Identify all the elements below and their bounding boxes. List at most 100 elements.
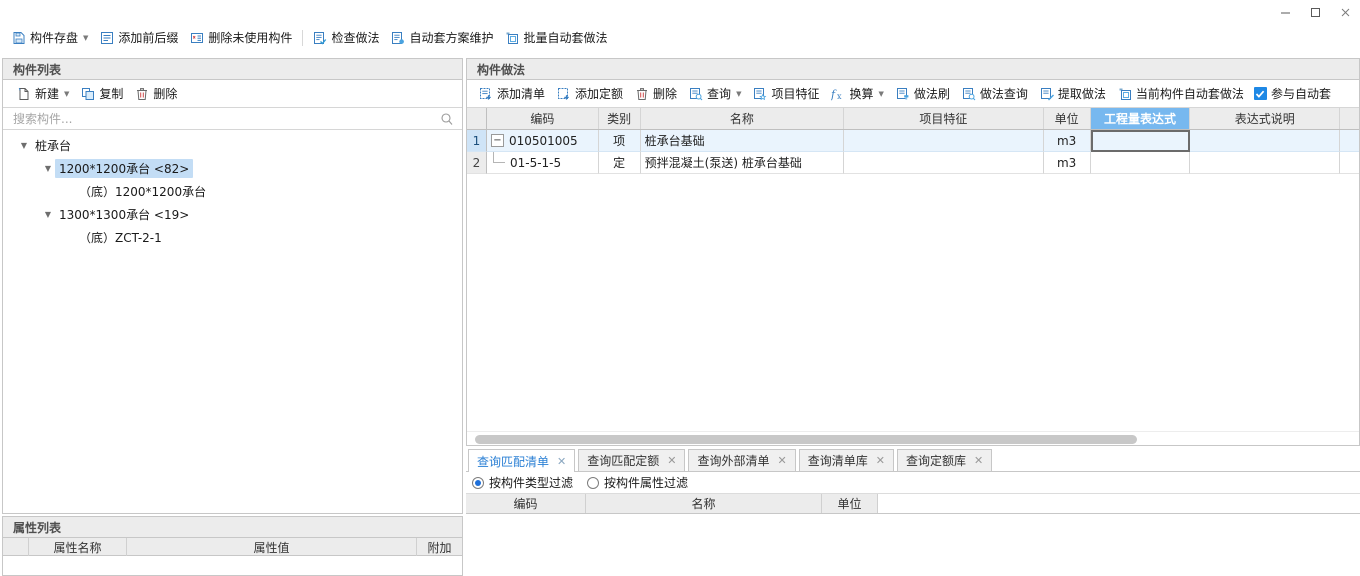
extract-method-button[interactable]: 提取做法 <box>1034 83 1112 105</box>
tab-label: 查询清单库 <box>807 454 868 468</box>
copy-component-button[interactable]: 复制 <box>75 83 129 105</box>
table-row[interactable]: 2 01-5-1-5 定 预拌混凝土(泵送) 桩承台基础 m3 <box>467 152 1359 174</box>
toolbar-item-auto-scheme[interactable]: 自动套方案维护 <box>385 27 499 49</box>
add-list-icon <box>479 87 493 101</box>
tab-label: 查询匹配定额 <box>587 454 660 468</box>
convert-button[interactable]: fx 换算 ▼ <box>825 83 889 105</box>
close-icon[interactable]: ✕ <box>667 455 676 466</box>
tab-query-list-library[interactable]: 查询清单库 ✕ <box>798 449 894 471</box>
grid-col-code[interactable]: 编码 <box>487 108 599 129</box>
project-feature-button[interactable]: 项目特征 <box>747 83 825 105</box>
grid-col-rownum <box>467 108 487 129</box>
delete-method-button[interactable]: 删除 <box>629 83 683 105</box>
cell-name[interactable]: 预拌混凝土(泵送) 桩承台基础 <box>640 152 845 174</box>
grid-horizontal-scrollbar[interactable] <box>467 431 1359 445</box>
add-quota-icon <box>557 87 571 101</box>
grid-col-expr-desc[interactable]: 表达式说明 <box>1190 108 1341 129</box>
cell-expr-desc[interactable] <box>1190 152 1341 174</box>
cell-expr-desc[interactable] <box>1190 130 1341 152</box>
search-icon[interactable] <box>440 112 454 126</box>
chevron-down-icon[interactable]: ▼ <box>878 91 883 98</box>
close-icon[interactable]: ✕ <box>876 455 885 466</box>
tree-elbow-icon <box>491 152 507 168</box>
query-col-unit[interactable]: 单位 <box>822 494 878 513</box>
expander-icon[interactable]: ▼ <box>41 210 55 219</box>
method-query-button[interactable]: 做法查询 <box>956 83 1034 105</box>
expander-icon[interactable]: ▼ <box>41 164 55 173</box>
grid-col-feature[interactable]: 项目特征 <box>844 108 1044 129</box>
collapse-icon[interactable]: − <box>490 134 504 147</box>
toolbar-item-save-component[interactable]: 构件存盘 ▼ <box>6 27 94 49</box>
grid-col-name[interactable]: 名称 <box>641 108 845 129</box>
query-col-name[interactable]: 名称 <box>586 494 822 513</box>
tree-node-label: 1300*1300承台 <19> <box>59 208 190 222</box>
tree-node-1200x1200[interactable]: ▼ 1200*1200承台 <82> <box>3 157 462 180</box>
chevron-down-icon[interactable]: ▼ <box>736 91 741 98</box>
method-brush-button[interactable]: 做法刷 <box>890 83 956 105</box>
participate-auto-checkbox[interactable]: 参与自动套 <box>1250 83 1337 105</box>
cell-unit[interactable]: m3 <box>1043 152 1091 174</box>
close-icon[interactable]: ✕ <box>777 455 786 466</box>
grid-col-qty-expr[interactable]: 工程量表达式 <box>1090 108 1191 129</box>
query-button[interactable]: 查询 ▼ <box>683 83 747 105</box>
delete-component-button[interactable]: 删除 <box>129 83 183 105</box>
cell-code[interactable]: − 010501005 <box>486 130 599 152</box>
search-input[interactable] <box>11 110 440 127</box>
tree-node-1300x1300[interactable]: ▼ 1300*1300承台 <19> <box>3 203 462 226</box>
cell-qty-expr[interactable] <box>1090 130 1191 152</box>
delete-component-label: 删除 <box>153 87 178 101</box>
cell-category[interactable]: 定 <box>598 152 641 174</box>
radio-filter-by-type[interactable]: 按构件类型过滤 <box>472 474 573 491</box>
close-icon[interactable]: ✕ <box>974 455 983 466</box>
minimize-button[interactable] <box>1270 0 1300 25</box>
delete-unused-icon <box>190 31 204 45</box>
tree-node-zct-2-1[interactable]: （底）ZCT-2-1 <box>3 226 462 249</box>
method-grid-header: 编码 类别 名称 项目特征 单位 工程量表达式 表达式说明 <box>467 108 1359 130</box>
cell-tail <box>1340 130 1359 152</box>
cell-unit[interactable]: m3 <box>1043 130 1091 152</box>
row-number: 1 <box>467 130 487 152</box>
search-component-row[interactable] <box>3 108 462 130</box>
tree-node-1200x1200-bottom[interactable]: （底）1200*1200承台 <box>3 180 462 203</box>
toolbar-item-delete-unused[interactable]: 删除未使用构件 <box>184 27 298 49</box>
cell-code[interactable]: 01-5-1-5 <box>486 152 599 174</box>
tab-query-external-list[interactable]: 查询外部清单 ✕ <box>688 449 796 471</box>
tab-query-quota-library[interactable]: 查询定额库 ✕ <box>896 449 993 471</box>
add-list-button[interactable]: 添加清单 <box>473 83 551 105</box>
table-row[interactable]: 1 − 010501005 项 桩承台基础 m3 <box>467 130 1359 152</box>
tab-query-match-list[interactable]: 查询匹配清单 ✕ <box>468 449 576 472</box>
close-icon[interactable]: ✕ <box>557 456 566 467</box>
radio-label: 按构件属性过滤 <box>604 476 689 490</box>
cell-category[interactable]: 项 <box>598 130 641 152</box>
cell-tail <box>1340 152 1359 174</box>
grid-col-category[interactable]: 类别 <box>599 108 641 129</box>
cell-name[interactable]: 桩承台基础 <box>640 130 845 152</box>
query-col-code[interactable]: 编码 <box>466 494 586 513</box>
close-button[interactable] <box>1330 0 1360 25</box>
add-quota-button[interactable]: 添加定额 <box>551 83 629 105</box>
tab-query-match-quota[interactable]: 查询匹配定额 ✕ <box>578 449 686 471</box>
toolbar-item-add-affix[interactable]: 添加前后缀 <box>94 27 184 49</box>
chevron-down-icon[interactable]: ▼ <box>64 91 69 98</box>
radio-filter-by-property[interactable]: 按构件属性过滤 <box>587 474 688 491</box>
tree-node-pile-cap[interactable]: ▼ 桩承台 <box>3 134 462 157</box>
application-window: 构件存盘 ▼ 添加前后缀 删除未使用构件 检查做法 自动套方案维护 批量自动套做… <box>0 0 1360 576</box>
project-feature-label: 项目特征 <box>771 87 820 101</box>
maximize-button[interactable] <box>1300 0 1330 25</box>
participate-auto-label: 参与自动套 <box>1270 87 1331 101</box>
project-feature-icon <box>753 87 767 101</box>
grid-col-unit[interactable]: 单位 <box>1044 108 1091 129</box>
current-auto-method-button[interactable]: 当前构件自动套做法 <box>1112 83 1250 105</box>
add-list-label: 添加清单 <box>497 87 546 101</box>
scrollbar-thumb[interactable] <box>475 435 1137 444</box>
tab-label: 查询匹配清单 <box>477 454 550 469</box>
cell-feature[interactable] <box>844 152 1044 174</box>
toolbar-item-check-method[interactable]: 检查做法 <box>307 27 385 49</box>
tab-label: 查询外部清单 <box>697 454 770 468</box>
toolbar-item-batch-auto[interactable]: 批量自动套做法 <box>499 27 613 49</box>
expander-icon[interactable]: ▼ <box>17 141 31 150</box>
new-component-button[interactable]: 新建 ▼ <box>11 83 75 105</box>
chevron-down-icon[interactable]: ▼ <box>83 35 88 42</box>
cell-qty-expr[interactable] <box>1090 152 1191 174</box>
cell-feature[interactable] <box>844 130 1044 152</box>
